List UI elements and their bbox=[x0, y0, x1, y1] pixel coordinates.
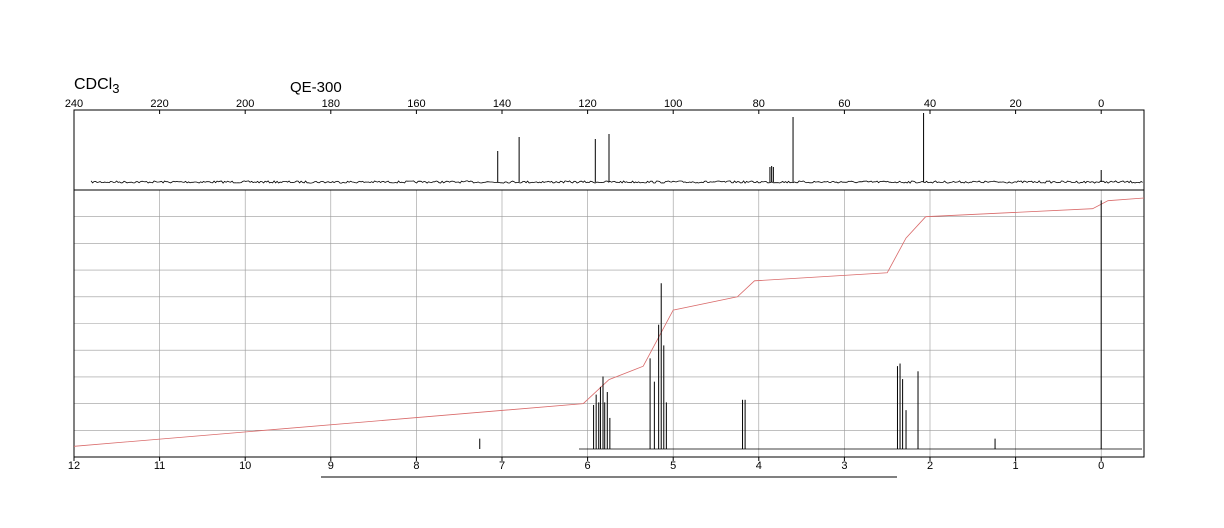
h1-tick-label: 8 bbox=[413, 460, 419, 472]
h1-tick-label: 10 bbox=[239, 460, 251, 472]
c13-panel: 240 220 200 180 160 140 120 100 80 60 40 20 0 bbox=[65, 98, 1145, 191]
c13-tick-label: 100 bbox=[664, 98, 682, 110]
h1-tick-label: 0 bbox=[1098, 460, 1104, 472]
h1-panel: 12 11 10 9 8 7 6 5 4 3 2 1 0 bbox=[68, 189, 1145, 478]
c13-peaks bbox=[497, 113, 1102, 182]
c13-baseline bbox=[90, 180, 1143, 184]
c13-tick-label: 0 bbox=[1098, 98, 1104, 110]
h1-tick-label: 11 bbox=[154, 460, 165, 472]
h1-tick-label: 1 bbox=[1013, 460, 1019, 472]
h1-axis-ticks: 12 11 10 9 8 7 6 5 4 3 2 1 0 bbox=[68, 457, 1104, 472]
c13-tick-label: 80 bbox=[753, 98, 765, 110]
h1-tick-label: 2 bbox=[927, 460, 933, 472]
h1-integral-curve bbox=[73, 197, 1145, 447]
c13-tick-label: 120 bbox=[578, 98, 596, 110]
c13-tick-label: 240 bbox=[65, 98, 83, 110]
c13-tick-label: 160 bbox=[407, 98, 425, 110]
h1-tick-label: 4 bbox=[756, 460, 762, 472]
h1-peaks bbox=[479, 200, 1102, 449]
c13-tick-label: 40 bbox=[924, 98, 936, 110]
c13-tick-label: 60 bbox=[838, 98, 850, 110]
h1-grid bbox=[74, 190, 1144, 457]
h1-tick-label: 7 bbox=[499, 460, 505, 472]
c13-tick-label: 220 bbox=[150, 98, 168, 110]
h1-tick-label: 5 bbox=[670, 460, 676, 472]
h1-tick-label: 12 bbox=[68, 460, 80, 472]
c13-tick-label: 20 bbox=[1009, 98, 1021, 110]
c13-tick-label: 140 bbox=[493, 98, 511, 110]
h1-tick-label: 3 bbox=[841, 460, 847, 472]
h1-tick-label: 6 bbox=[585, 460, 591, 472]
c13-tick-label: 200 bbox=[236, 98, 254, 110]
h1-tick-label: 9 bbox=[328, 460, 334, 472]
c13-axis-ticks: 240 220 200 180 160 140 120 100 80 60 40 20 0 bbox=[65, 98, 1104, 114]
c13-tick-label: 180 bbox=[322, 98, 340, 110]
nmr-spectra-chart: 240 220 200 180 160 140 120 100 80 60 40 20 0 12 11 10… bbox=[65, 98, 1145, 478]
